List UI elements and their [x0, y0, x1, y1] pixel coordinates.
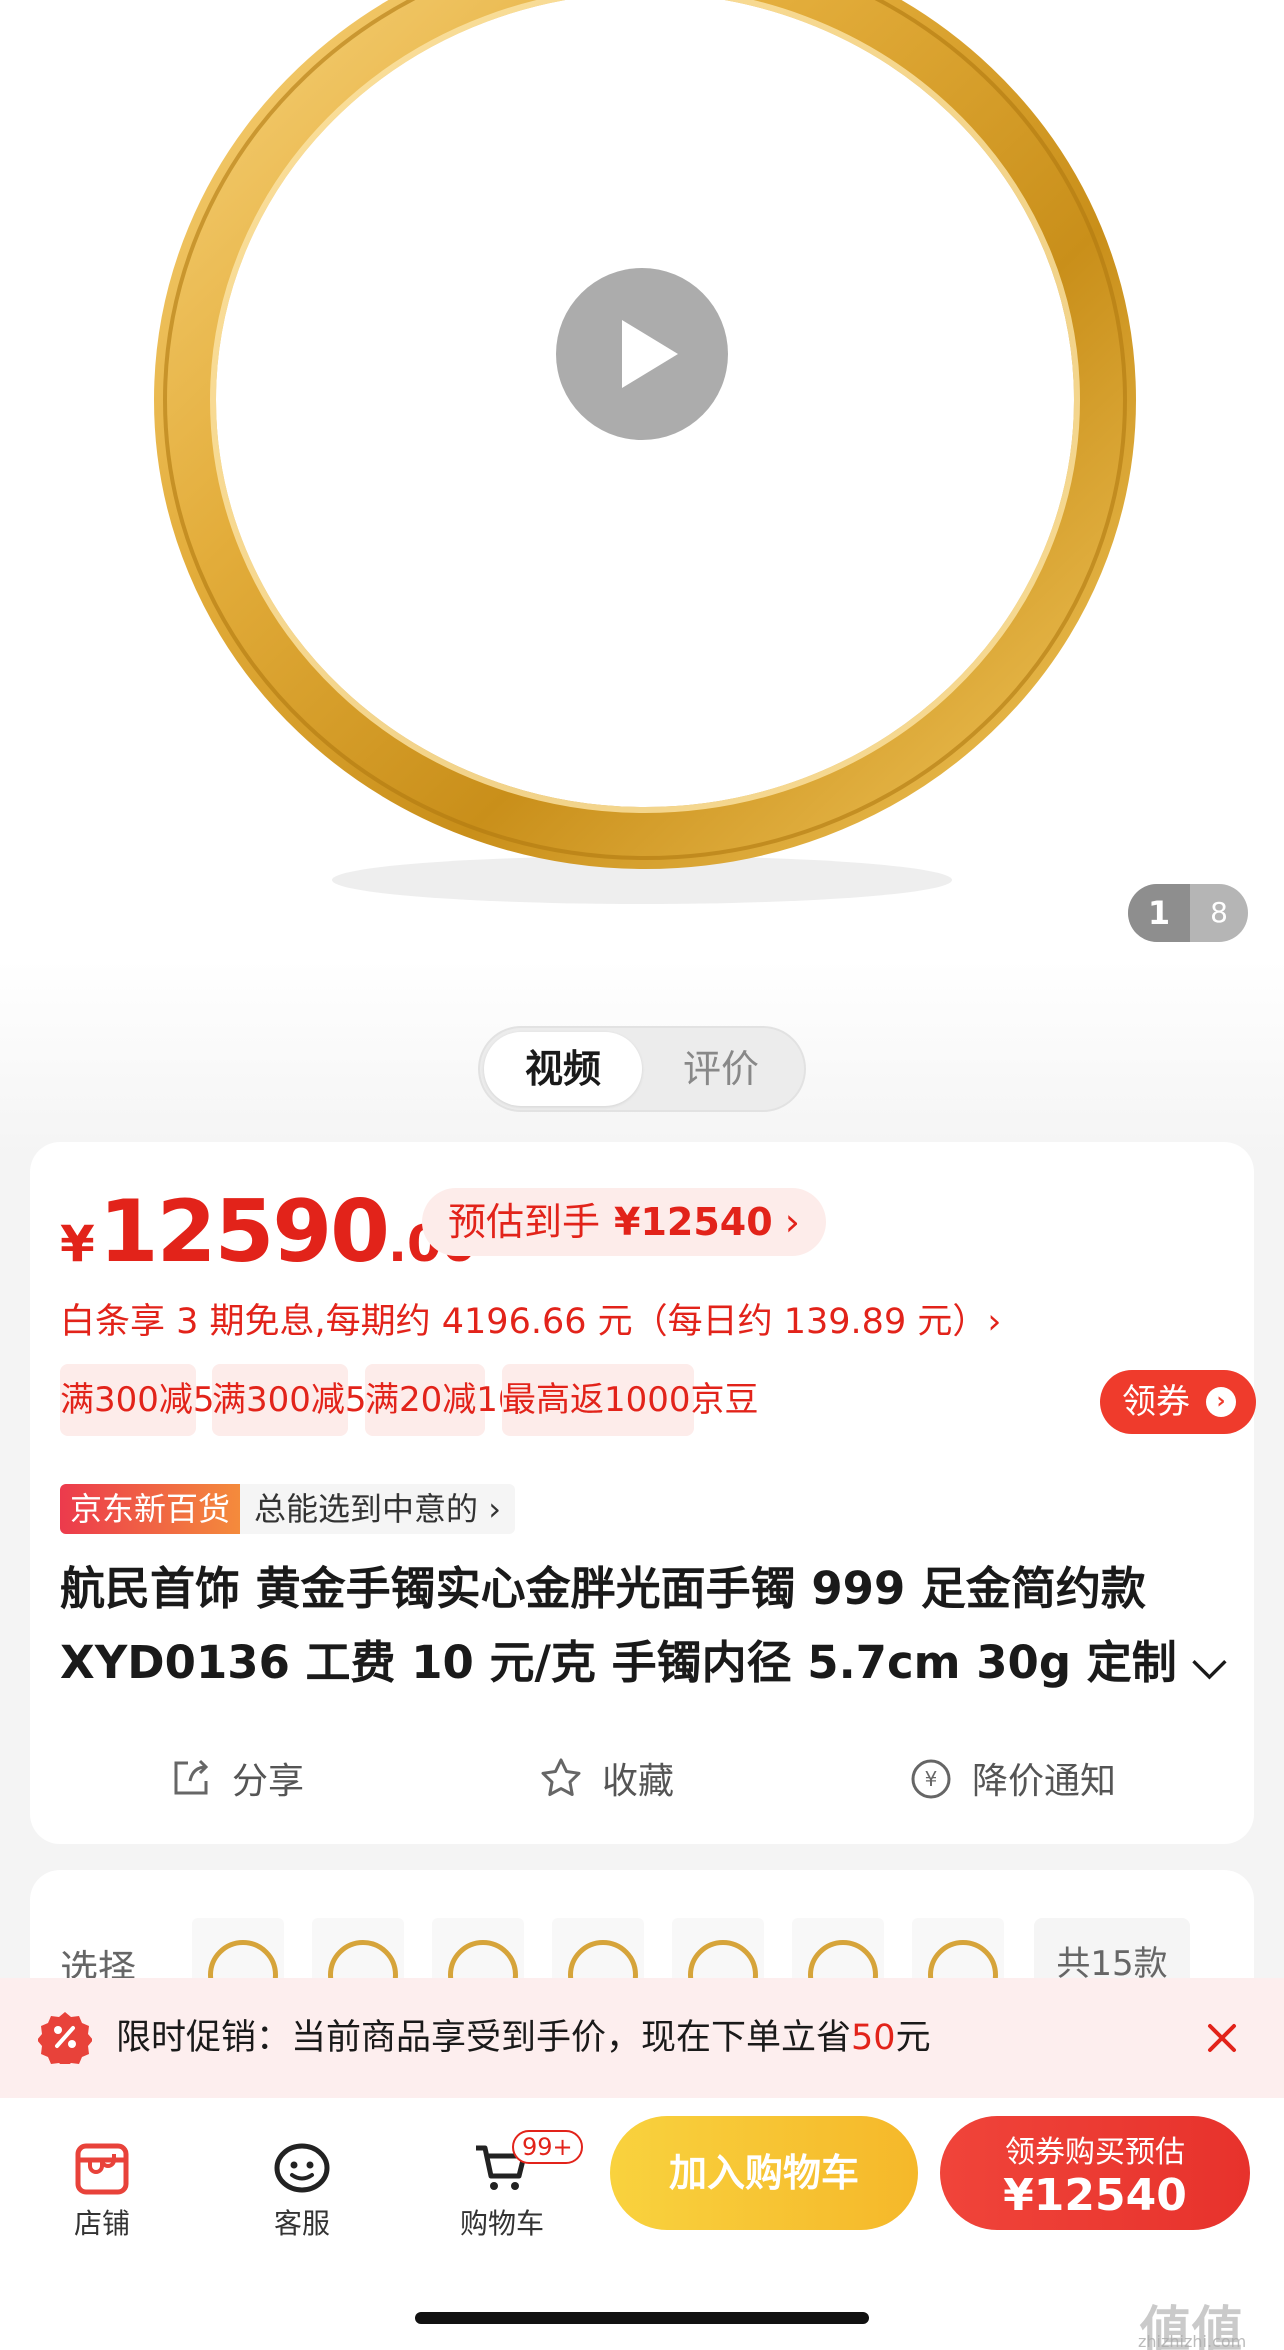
promo-banner[interactable]: 限时促销：当前商品享受到手价，现在下单立省50元 — [0, 1978, 1284, 2098]
installment-info[interactable]: 白条享 3 期免息,每期约 4196.66 元（每日约 139.89 元）› — [60, 1292, 1001, 1352]
price-integer: 12590 — [98, 1182, 390, 1282]
service-icon — [274, 2143, 330, 2193]
svg-text:¥: ¥ — [925, 1767, 938, 1791]
coupon-tag[interactable]: 满300减50 — [212, 1364, 388, 1436]
image-index: 1 — [1128, 884, 1190, 942]
image-counter: 1 8 — [1128, 884, 1248, 942]
price-alert-button[interactable]: ¥ 降价通知 — [908, 1738, 1116, 1818]
nav-cart[interactable]: 99+ 购物车 — [432, 2116, 583, 2240]
discount-badge-icon — [38, 2012, 92, 2064]
price-currency: ¥ — [60, 1215, 95, 1273]
favorite-label: 收藏 — [602, 1761, 675, 1802]
cart-count-badge: 99+ — [512, 2130, 583, 2164]
star-icon — [541, 1758, 581, 1796]
close-icon[interactable] — [1200, 2016, 1244, 2060]
store-badge: 京东新百货 — [60, 1484, 241, 1534]
product-title-text: 航民首饰 黄金手镯实心金胖光面手镯 999 足金简约款 XYD0136 工费 1… — [60, 1562, 1177, 1689]
promo-suffix: 元 — [895, 2018, 931, 2058]
home-indicator[interactable] — [415, 2312, 869, 2324]
get-coupon-button[interactable]: 领券 › — [1100, 1370, 1256, 1434]
buy-now-button[interactable]: 领券购买预估 ¥12540 — [940, 2116, 1250, 2230]
action-row: 分享 收藏 ¥ 降价通知 — [30, 1738, 1254, 1818]
promo-text: 限时促销：当前商品享受到手价，现在下单立省50元 — [116, 1978, 931, 2098]
price: ¥ 12590 .00 — [60, 1182, 477, 1292]
media-tabs: 视频 评价 — [478, 1026, 806, 1112]
nav-service[interactable]: 客服 — [232, 2116, 372, 2240]
nav-service-label: 客服 — [273, 2207, 330, 2240]
tab-reviews[interactable]: 评价 — [642, 1032, 800, 1106]
coupon-tag[interactable]: 最高返1000京豆 — [502, 1364, 759, 1436]
favorite-button[interactable]: 收藏 — [538, 1738, 674, 1818]
promo-prefix: 限时促销：当前商品享受到手价，现在下单立省 — [116, 2018, 852, 2058]
store-tag[interactable]: 京东新百货 总能选到中意的 › — [60, 1484, 515, 1534]
get-coupon-label: 领券 — [1122, 1382, 1190, 1422]
product-title[interactable]: 航民首饰 黄金手镯实心金胖光面手镯 999 足金简约款 XYD0136 工费 1… — [60, 1552, 1240, 1700]
store-slogan: 总能选到中意的 › — [254, 1490, 501, 1528]
share-button[interactable]: 分享 — [168, 1738, 304, 1818]
estimate-value: ¥12540 — [614, 1200, 773, 1244]
buy-button-price: ¥12540 — [1003, 2170, 1187, 2221]
play-video-button[interactable] — [556, 268, 728, 440]
nav-store[interactable]: 店铺 — [32, 2116, 172, 2240]
share-label: 分享 — [232, 1761, 305, 1802]
add-to-cart-button[interactable]: 加入购物车 — [610, 2116, 918, 2230]
estimate-label: 预估到手 — [448, 1200, 601, 1244]
image-total: 8 — [1210, 896, 1228, 929]
share-icon — [174, 1759, 209, 1795]
expand-chevron-icon: ⌵ — [1192, 1636, 1227, 1689]
tab-video[interactable]: 视频 — [484, 1032, 642, 1106]
price-alert-label: 降价通知 — [972, 1761, 1117, 1802]
chevron-right-icon: › — [1206, 1387, 1236, 1417]
promo-amount: 50 — [851, 2018, 896, 2058]
nav-cart-label: 购物车 — [459, 2207, 544, 2240]
buy-button-caption: 领券购买预估 — [1005, 2135, 1185, 2170]
coupon-tag[interactable]: 满300减50 — [60, 1364, 236, 1436]
nav-store-label: 店铺 — [73, 2207, 130, 2240]
coupon-tag[interactable]: 满20减10 — [365, 1364, 520, 1436]
chevron-right-icon: › — [784, 1200, 800, 1244]
watermark-url: zhizhizhi.com — [1138, 2332, 1247, 2350]
product-info-card: ¥ 12590 .00 预估到手 ¥12540 › 白条享 3 期免息,每期约 4… — [30, 1142, 1256, 1844]
estimated-price-pill[interactable]: 预估到手 ¥12540 › — [422, 1188, 826, 1256]
coupon-row: 满300减50 满300减50 满20减10 最高返1000京豆 领券 › — [60, 1364, 1256, 1436]
bangle-image — [154, 0, 1136, 904]
product-gallery[interactable]: 1 8 — [0, 0, 1284, 960]
store-icon — [75, 2143, 129, 2195]
price-alert-icon: ¥ — [911, 1759, 951, 1799]
